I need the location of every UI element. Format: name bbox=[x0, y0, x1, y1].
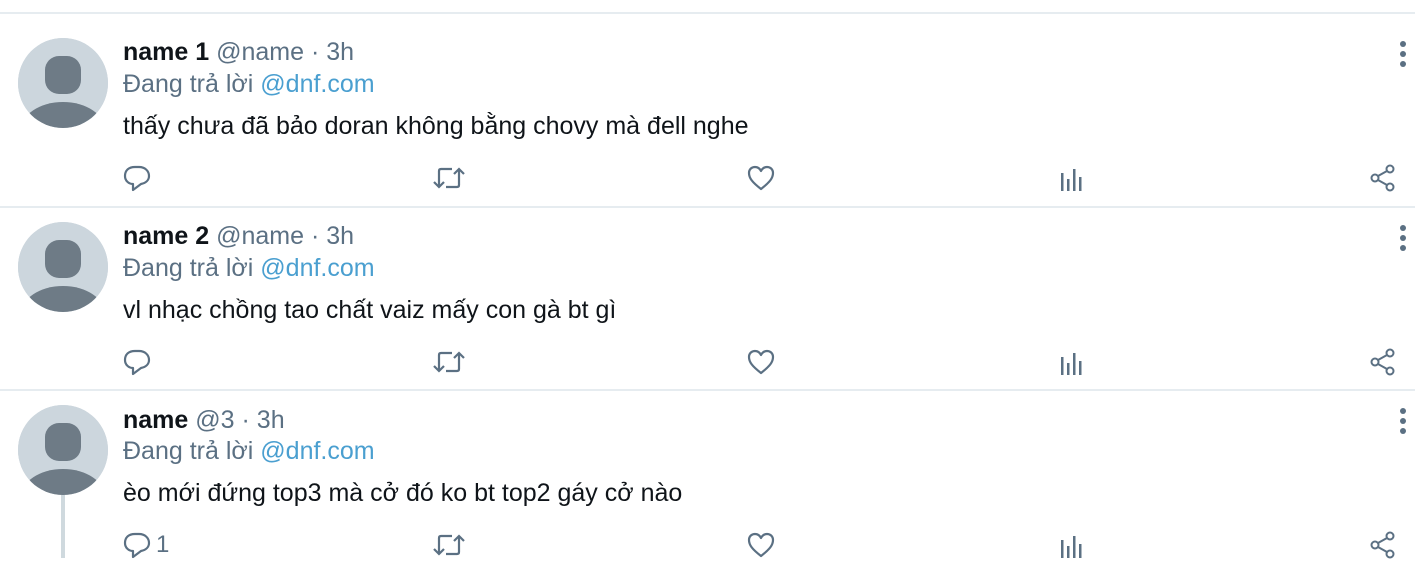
tweet-text: thấy chưa đã bảo doran không bằng chovy … bbox=[123, 112, 749, 140]
replying-to: Đang trả lời @dnf.com bbox=[123, 252, 375, 284]
more-vertical-icon[interactable] bbox=[1394, 38, 1412, 72]
tweet-header: name @3 · 3h bbox=[123, 404, 285, 436]
display-name[interactable]: name 2 bbox=[123, 222, 209, 250]
tweet-header: name 2 @name · 3h bbox=[123, 220, 354, 252]
retweet-icon bbox=[433, 351, 465, 373]
retweet-icon bbox=[433, 534, 465, 556]
separator: · bbox=[241, 406, 250, 434]
analytics-button[interactable] bbox=[1058, 162, 1086, 198]
user-handle[interactable]: @3 bbox=[195, 406, 234, 434]
timestamp[interactable]: 3h bbox=[326, 38, 354, 66]
user-handle[interactable]: @name bbox=[216, 38, 304, 66]
heart-icon bbox=[747, 532, 775, 558]
share-button[interactable] bbox=[1369, 160, 1397, 196]
share-icon bbox=[1370, 164, 1395, 192]
timestamp[interactable]: 3h bbox=[326, 222, 354, 250]
heart-icon bbox=[747, 165, 775, 191]
mention-link[interactable]: @dnf.com bbox=[260, 437, 374, 465]
avatar-placeholder-icon bbox=[18, 222, 108, 312]
more-vertical-icon[interactable] bbox=[1394, 405, 1412, 439]
tweet-3[interactable]: name @3 · 3h Đang trả lời @dnf.com èo mớ… bbox=[0, 391, 1415, 559]
analytics-icon bbox=[1061, 169, 1082, 191]
tweet-header: name 1 @name · 3h bbox=[123, 36, 354, 68]
replying-to-label: Đang trả lời bbox=[123, 254, 254, 282]
analytics-button[interactable] bbox=[1058, 346, 1086, 382]
timestamp[interactable]: 3h bbox=[257, 406, 285, 434]
tweet-text: vl nhạc chồng tao chất vaiz mấy con gà b… bbox=[123, 296, 617, 324]
avatar[interactable] bbox=[18, 38, 108, 128]
replying-to: Đang trả lời @dnf.com bbox=[123, 68, 375, 100]
display-name[interactable]: name bbox=[123, 406, 188, 434]
like-button[interactable] bbox=[746, 344, 776, 380]
replying-to-label: Đang trả lời bbox=[123, 70, 254, 98]
tweet-1[interactable]: name 1 @name · 3h Đang trả lời @dnf.com … bbox=[0, 0, 1415, 206]
replying-to: Đang trả lời @dnf.com bbox=[123, 435, 375, 467]
reply-button[interactable] bbox=[122, 160, 156, 196]
analytics-icon bbox=[1061, 353, 1082, 375]
separator: · bbox=[311, 222, 320, 250]
replying-to-label: Đang trả lời bbox=[123, 437, 254, 465]
share-icon bbox=[1370, 531, 1395, 559]
tweet-2[interactable]: name 2 @name · 3h Đang trả lời @dnf.com … bbox=[0, 208, 1415, 389]
reply-button[interactable] bbox=[122, 344, 156, 380]
like-button[interactable] bbox=[746, 160, 776, 196]
retweet-button[interactable] bbox=[432, 344, 466, 380]
avatar-placeholder-icon bbox=[18, 405, 108, 495]
share-icon bbox=[1370, 348, 1395, 376]
mention-link[interactable]: @dnf.com bbox=[260, 254, 374, 282]
avatar[interactable] bbox=[18, 405, 108, 495]
display-name[interactable]: name 1 bbox=[123, 38, 209, 66]
share-button[interactable] bbox=[1369, 344, 1397, 380]
analytics-button[interactable] bbox=[1058, 529, 1086, 565]
user-handle[interactable]: @name bbox=[216, 222, 304, 250]
reply-icon bbox=[123, 532, 151, 559]
retweet-icon bbox=[433, 167, 465, 189]
tweet-text: èo mới đứng top3 mà cở đó ko bt top2 gáy… bbox=[123, 479, 683, 507]
separator: · bbox=[311, 38, 320, 66]
avatar[interactable] bbox=[18, 222, 108, 312]
reply-icon bbox=[123, 165, 151, 192]
avatar-placeholder-icon bbox=[18, 38, 108, 128]
heart-icon bbox=[747, 349, 775, 375]
reply-icon bbox=[123, 349, 151, 376]
thread-line bbox=[61, 491, 65, 558]
mention-link[interactable]: @dnf.com bbox=[260, 70, 374, 98]
more-vertical-icon[interactable] bbox=[1394, 222, 1412, 256]
reply-count: 1 bbox=[156, 531, 170, 558]
retweet-button[interactable] bbox=[432, 160, 466, 196]
